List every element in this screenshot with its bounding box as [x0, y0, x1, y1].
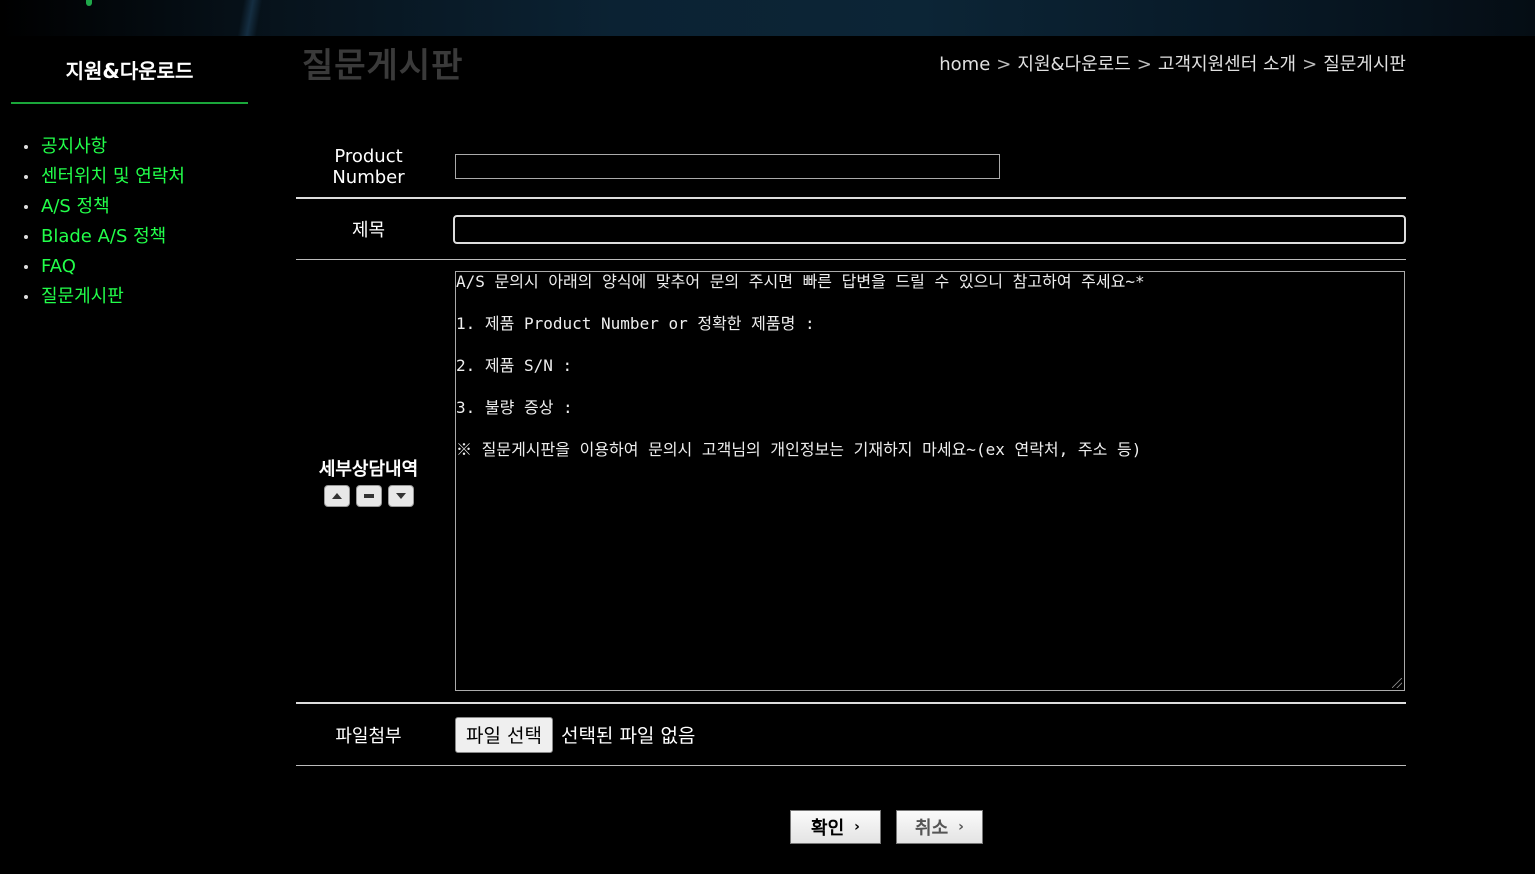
- confirm-label: 확인: [811, 818, 845, 839]
- file-attach-row: 파일첨부 파일 선택 선택된 파일 없음: [296, 704, 1406, 766]
- arrow-down-icon: [395, 493, 406, 499]
- banner-accent: [86, 0, 92, 6]
- title-label: 제목: [351, 220, 386, 241]
- sidebar-item-faq[interactable]: FAQ: [11, 252, 248, 282]
- breadcrumb-current: 질문게시판: [1323, 54, 1406, 75]
- chevron-right-icon: ›: [854, 819, 860, 835]
- sidebar-item-blade-as-policy[interactable]: Blade A/S 정책: [11, 222, 248, 252]
- sidebar-item-as-policy[interactable]: A/S 정책: [11, 192, 248, 222]
- product-number-label-line1: Product: [334, 145, 403, 167]
- breadcrumb-separator: >: [1136, 54, 1152, 75]
- product-number-label: Product Number: [296, 146, 441, 188]
- arrow-up-icon: [331, 493, 342, 499]
- breadcrumb: home > 지원&다운로드 > 고객지원센터 소개 > 질문게시판: [939, 50, 1406, 76]
- detail-label: 세부상담내역: [318, 459, 419, 480]
- file-attach-label: 파일첨부: [335, 725, 402, 747]
- product-number-input[interactable]: [455, 154, 1000, 179]
- sidebar-menu: 공지사항 센터위치 및 연락처 A/S 정책 Blade A/S 정책 FAQ …: [11, 132, 248, 312]
- page-title: 질문게시판: [302, 46, 464, 86]
- detail-line: 2. 제품 S/N :: [456, 356, 573, 375]
- sidebar-title: 지원&다운로드: [11, 36, 248, 104]
- title-input[interactable]: [453, 214, 1406, 244]
- breadcrumb-home[interactable]: home: [939, 54, 990, 75]
- confirm-button[interactable]: 확인 ›: [790, 810, 881, 844]
- detail-textarea-wrapper: A/S 문의시 아래의 양식에 맞추어 문의 주시면 빠른 답변을 드릴 수 있…: [455, 271, 1405, 691]
- title-row: 제목: [296, 199, 1406, 260]
- breadcrumb-separator: >: [996, 54, 1012, 75]
- breadcrumb-customer-center[interactable]: 고객지원센터 소개: [1158, 54, 1296, 75]
- breadcrumb-support-download[interactable]: 지원&다운로드: [1017, 54, 1130, 75]
- product-number-row: Product Number: [296, 136, 1406, 199]
- detail-row: 세부상담내역 A/S 문의시 아래의 양식에 맞추어 문의 주시면 빠른 답변을…: [296, 260, 1406, 704]
- textarea-size-controls: [296, 485, 441, 507]
- minus-icon: [363, 494, 374, 498]
- file-status-text: 선택된 파일 없음: [560, 725, 696, 747]
- qna-form: Product Number 제목 세부상담내역 A/S 문의시 아래의 양식에…: [296, 136, 1406, 766]
- expand-up-button[interactable]: [323, 485, 350, 507]
- detail-line: ※ 질문게시판을 이용하여 문의시 고객님의 개인정보는 기재하지 마세요~(e…: [456, 440, 1142, 459]
- file-select-button[interactable]: 파일 선택: [455, 716, 553, 753]
- cancel-button[interactable]: 취소 ›: [896, 810, 983, 844]
- detail-label-group: 세부상담내역: [296, 455, 441, 507]
- resize-grip-icon[interactable]: [1392, 678, 1402, 688]
- cancel-label: 취소: [915, 818, 949, 839]
- form-actions: 확인 › 취소 ›: [790, 810, 983, 844]
- detail-textarea[interactable]: A/S 문의시 아래의 양식에 맞추어 문의 주시면 빠른 답변을 드릴 수 있…: [455, 271, 1405, 691]
- top-banner: [0, 0, 1535, 36]
- sidebar-item-center-location[interactable]: 센터위치 및 연락처: [11, 162, 248, 192]
- chevron-right-icon: ›: [958, 819, 964, 835]
- sidebar-item-qna-board[interactable]: 질문게시판: [11, 282, 248, 312]
- detail-line: 3. 불량 증상 :: [456, 398, 573, 417]
- sidebar: 지원&다운로드 공지사항 센터위치 및 연락처 A/S 정책 Blade A/S…: [11, 36, 248, 312]
- breadcrumb-separator: >: [1302, 54, 1318, 75]
- detail-line: 1. 제품 Product Number or 정확한 제품명 :: [456, 314, 815, 333]
- sidebar-item-notice[interactable]: 공지사항: [11, 132, 248, 162]
- expand-down-button[interactable]: [387, 485, 414, 507]
- reset-size-button[interactable]: [355, 485, 382, 507]
- product-number-label-line2: Number: [332, 166, 405, 188]
- detail-line: A/S 문의시 아래의 양식에 맞추어 문의 주시면 빠른 답변을 드릴 수 있…: [456, 272, 1145, 291]
